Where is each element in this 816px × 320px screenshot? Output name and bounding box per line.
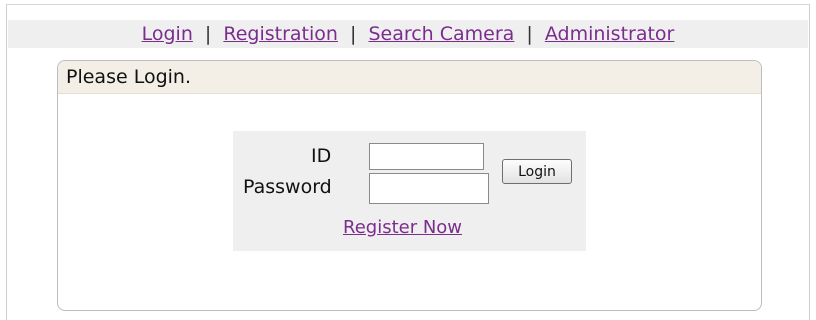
panel-title: Please Login. bbox=[58, 61, 761, 94]
password-field[interactable] bbox=[369, 173, 489, 204]
nav-separator: | bbox=[350, 23, 357, 45]
register-now-link[interactable]: Register Now bbox=[343, 217, 462, 238]
nav-separator: | bbox=[204, 23, 212, 45]
nav-separator: | bbox=[526, 23, 533, 45]
login-button[interactable]: Login bbox=[502, 159, 572, 184]
login-form: ID Password Login Register Now bbox=[233, 131, 586, 251]
nav-search-camera-link[interactable]: Search Camera bbox=[368, 23, 514, 45]
nav-administrator-link[interactable]: Administrator bbox=[545, 23, 675, 45]
top-nav: Login | Registration | Search Camera | A… bbox=[8, 20, 808, 48]
id-field[interactable] bbox=[369, 143, 484, 170]
password-label: Password bbox=[243, 176, 332, 198]
nav-login-link[interactable]: Login bbox=[142, 23, 193, 45]
login-panel: Please Login. ID Password Login Register… bbox=[57, 60, 762, 311]
id-label: ID bbox=[311, 145, 332, 167]
nav-registration-link[interactable]: Registration bbox=[223, 23, 338, 45]
